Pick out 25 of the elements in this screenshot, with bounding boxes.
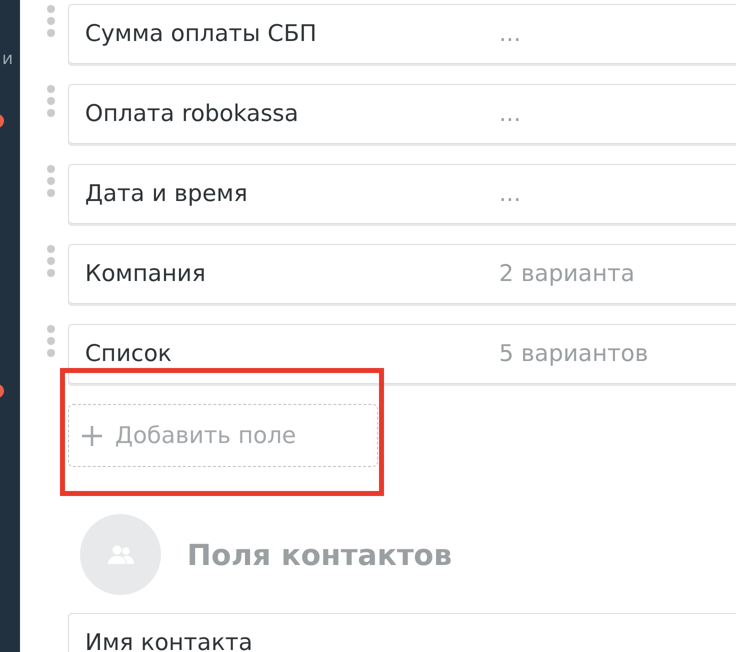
section-title: Поля контактов bbox=[187, 538, 452, 572]
field-label: Имя контакта bbox=[85, 630, 254, 652]
sidebar-label: и bbox=[2, 48, 14, 70]
field-label: Список bbox=[85, 341, 173, 367]
field-label: Сумма оплаты СБП bbox=[85, 21, 318, 47]
field-label: Оплата robokassa bbox=[85, 101, 300, 127]
drag-handle-icon[interactable] bbox=[46, 4, 56, 38]
drag-handle-icon[interactable] bbox=[46, 244, 56, 278]
field-value: 5 вариантов bbox=[499, 341, 648, 367]
field-row[interactable]: Список 5 вариантов bbox=[68, 324, 736, 384]
field-row[interactable]: Имя контакта bbox=[68, 613, 736, 652]
plus-icon bbox=[81, 424, 103, 446]
field-label: Компания bbox=[85, 261, 207, 287]
drag-handle-icon[interactable] bbox=[46, 164, 56, 198]
field-value: ... bbox=[499, 101, 521, 127]
field-value: ... bbox=[499, 181, 521, 207]
field-label: Дата и время bbox=[85, 181, 249, 207]
field-value: 2 варианта bbox=[499, 261, 635, 287]
field-row[interactable]: Оплата robokassa ... bbox=[68, 84, 736, 144]
field-row[interactable]: Сумма оплаты СБП ... bbox=[68, 4, 736, 64]
drag-handle-icon[interactable] bbox=[46, 84, 56, 118]
field-value: ... bbox=[499, 21, 521, 47]
field-row[interactable]: Дата и время ... bbox=[68, 164, 736, 224]
field-row[interactable]: Компания 2 варианта bbox=[68, 244, 736, 304]
drag-handle-icon[interactable] bbox=[46, 324, 56, 358]
